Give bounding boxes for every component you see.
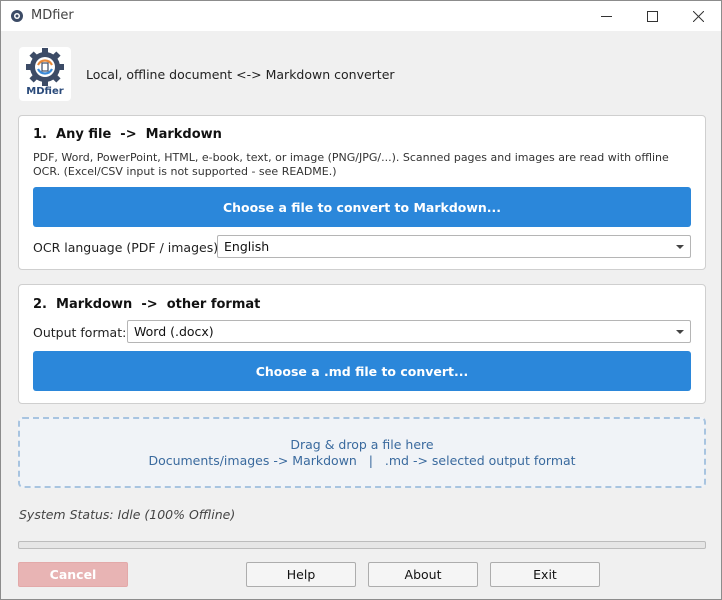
logo-text: MDfier [26,86,64,97]
ocr-language-select[interactable]: English [217,235,691,258]
app-logo: MDfier [19,47,71,101]
ocr-language-label: OCR language (PDF / images): [33,240,223,255]
app-window: MDfier MDfier Local, offline document <-… [0,0,722,600]
help-button[interactable]: Help [246,562,356,587]
output-format-value: Word (.docx) [134,324,214,339]
output-format-select[interactable]: Word (.docx) [127,320,691,343]
gear-document-icon [26,48,64,86]
ocr-language-value: English [224,239,270,254]
cancel-button[interactable]: Cancel [18,562,128,587]
minimize-icon [600,15,612,17]
dropzone-title: Drag & drop a file here [290,437,434,452]
app-icon [11,10,23,22]
dropzone-hint: Documents/images -> Markdown | .md -> se… [148,453,576,468]
drag-drop-zone[interactable]: Drag & drop a file here Documents/images… [18,417,706,488]
system-status: System Status: Idle (100% Offline) [19,507,236,522]
markdown-to-other-format-panel: 2. Markdown -> other format Output forma… [18,284,706,404]
progress-bar [18,541,706,549]
about-button[interactable]: About [368,562,478,587]
section-1-description: PDF, Word, PowerPoint, HTML, e-book, tex… [33,151,669,178]
window-title: MDfier [31,8,74,23]
maximize-icon [646,10,658,22]
any-file-to-markdown-panel: 1. Any file -> Markdown PDF, Word, Power… [18,115,706,270]
exit-button[interactable]: Exit [490,562,600,587]
chevron-down-icon [676,330,684,334]
close-button[interactable] [675,1,721,31]
maximize-button[interactable] [629,1,675,31]
output-format-label: Output format: [33,325,127,340]
section-2-title: 2. Markdown -> other format [33,297,261,312]
chevron-down-icon [676,245,684,249]
choose-md-file-button[interactable]: Choose a .md file to convert... [33,351,691,391]
section-1-title: 1. Any file -> Markdown [33,127,222,142]
minimize-button[interactable] [583,1,629,31]
app-tagline: Local, offline document <-> Markdown con… [86,67,395,82]
close-icon [692,10,704,22]
choose-file-to-markdown-button[interactable]: Choose a file to convert to Markdown... [33,187,691,227]
title-bar[interactable]: MDfier [1,1,721,31]
